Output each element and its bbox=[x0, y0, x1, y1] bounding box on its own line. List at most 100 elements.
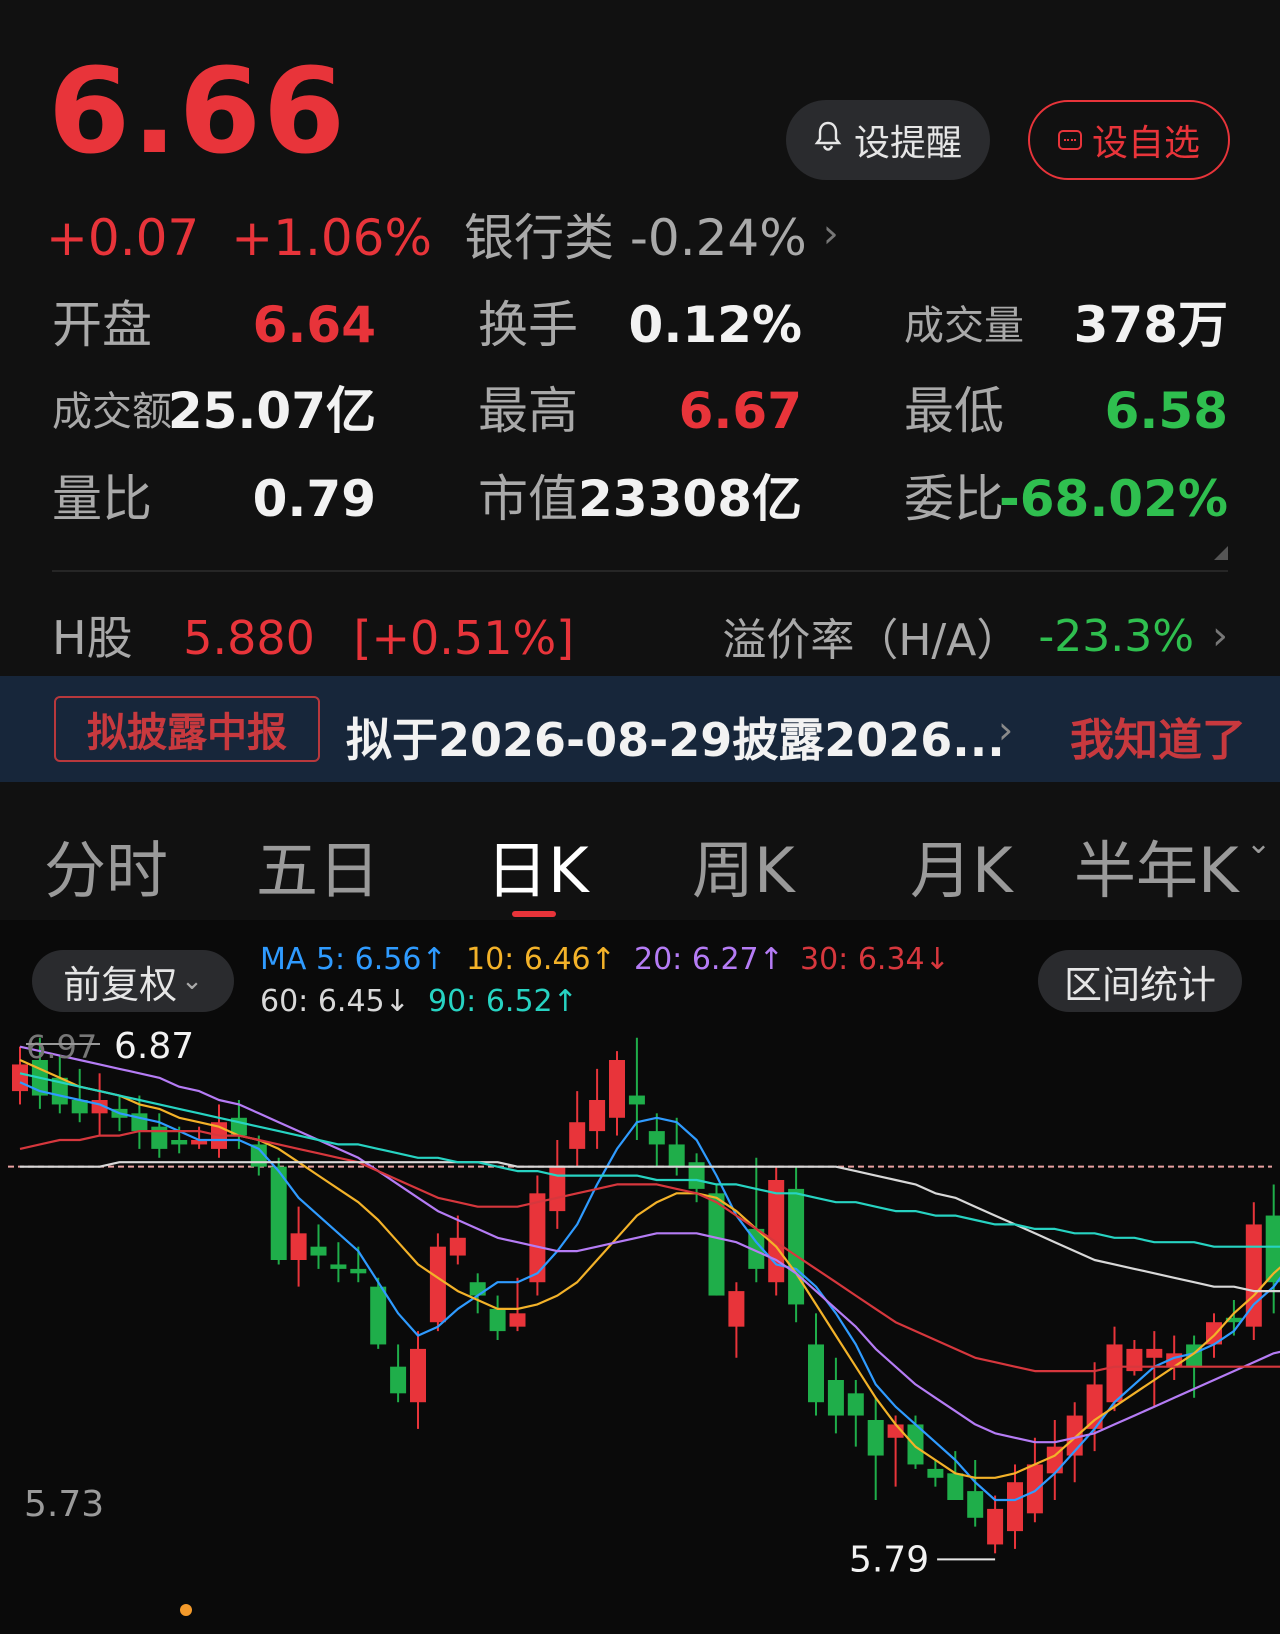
stat-label: 成交额 bbox=[52, 389, 172, 435]
candle-body bbox=[390, 1366, 407, 1394]
candle-body bbox=[1026, 1464, 1043, 1514]
candlestick-chart[interactable]: 6.97 6.87 5.79 5.73 bbox=[0, 1020, 1280, 1620]
tab-half-year-k[interactable]: 半年K bbox=[1074, 820, 1239, 910]
h-share-label: H股 bbox=[52, 611, 133, 665]
candle-body bbox=[708, 1193, 725, 1296]
candle-body bbox=[509, 1313, 526, 1327]
tab-daily-k[interactable]: 日K bbox=[486, 820, 589, 910]
candle-body bbox=[410, 1348, 426, 1403]
stat-value: 6.64 bbox=[252, 296, 376, 354]
candle-body bbox=[847, 1393, 864, 1416]
chevron-down-icon[interactable]: ⌄ bbox=[1246, 826, 1271, 861]
current-price: 6.66 bbox=[48, 42, 348, 180]
tab-intraday[interactable]: 分时 bbox=[44, 820, 168, 910]
premium-label: 溢价率（H/A） bbox=[722, 615, 1021, 666]
change-row: +0.07 +1.06% 银行类 -0.24% › bbox=[46, 198, 839, 270]
candle-body bbox=[310, 1246, 327, 1256]
candle-body bbox=[927, 1468, 944, 1478]
candle-body bbox=[967, 1491, 984, 1518]
candle-body bbox=[171, 1140, 188, 1145]
chevron-down-icon: ⌄ bbox=[181, 966, 203, 996]
stat-value: 0.79 bbox=[252, 470, 376, 528]
price-change-pct: +1.06% bbox=[231, 209, 432, 267]
stat-label: 成交量 bbox=[904, 303, 1024, 349]
sector-change: 银行类 -0.24% bbox=[463, 209, 807, 267]
candle-body bbox=[330, 1264, 347, 1269]
tab-five-day[interactable]: 五日 bbox=[256, 820, 380, 910]
candle-body bbox=[788, 1188, 805, 1305]
high-price-label: 6.87 bbox=[114, 1026, 194, 1067]
candle-body bbox=[728, 1291, 745, 1327]
candle-body bbox=[370, 1286, 387, 1345]
chevron-right-icon: › bbox=[822, 211, 839, 257]
set-alert-label: 设提醒 bbox=[853, 123, 962, 164]
candle-body bbox=[1007, 1482, 1023, 1532]
premium-value: -23.3% bbox=[1038, 610, 1194, 662]
stat-value: 23308亿 bbox=[578, 470, 802, 528]
add-watchlist-button[interactable]: 设自选 bbox=[1028, 100, 1230, 180]
candle-body bbox=[1146, 1348, 1163, 1358]
divider bbox=[52, 570, 1228, 572]
stat-label: 最高 bbox=[478, 382, 578, 440]
premium-rate-link[interactable]: 溢价率（H/A） -23.3% › bbox=[722, 604, 1228, 668]
candle-body bbox=[668, 1144, 685, 1167]
range-stats-button[interactable]: 区间统计 bbox=[1038, 950, 1242, 1012]
stat-value: -68.02% bbox=[998, 470, 1228, 528]
ma-line bbox=[19, 1045, 1280, 1444]
stat-label: 换手 bbox=[478, 296, 578, 354]
add-watchlist-label: 设自选 bbox=[1091, 123, 1200, 164]
candle-body bbox=[429, 1246, 446, 1323]
ma60-legend: 60: 6.45↓ bbox=[260, 984, 410, 1019]
candle-body bbox=[628, 1095, 645, 1105]
price-adjust-label: 前复权 bbox=[63, 962, 178, 1007]
candle-body bbox=[867, 1420, 884, 1456]
stat-value: 378万 bbox=[1073, 296, 1228, 354]
candle-body bbox=[808, 1344, 824, 1403]
banner-tag: 拟披露中报 bbox=[54, 696, 320, 762]
sector-link[interactable]: 银行类 -0.24% › bbox=[464, 198, 839, 270]
ma5-legend: MA 5: 6.56↑ bbox=[260, 942, 447, 977]
watchlist-icon bbox=[1057, 130, 1082, 150]
h-share-pct: [+0.51%] bbox=[353, 611, 575, 665]
candle-body bbox=[609, 1060, 625, 1118]
stat-value: 25.07亿 bbox=[167, 382, 376, 440]
stat-value: 0.12% bbox=[628, 296, 802, 354]
banner-text[interactable]: 拟于2026-08-29披露2026... bbox=[346, 704, 1005, 770]
stat-label: 开盘 bbox=[52, 296, 152, 354]
ghost-high-label: 6.97 bbox=[26, 1028, 97, 1066]
stat-label: 委比 bbox=[904, 470, 1004, 528]
expand-corner-icon[interactable] bbox=[1214, 546, 1228, 560]
dismiss-button[interactable]: 我知道了 bbox=[1070, 704, 1246, 768]
period-tabs: 分时 五日 日K 周K 月K 半年K ⌄ bbox=[0, 820, 1280, 920]
bell-icon bbox=[814, 120, 842, 161]
candle-body bbox=[947, 1473, 964, 1500]
tab-monthly-k[interactable]: 月K bbox=[910, 820, 1013, 910]
candle-body bbox=[589, 1100, 606, 1132]
price-change: +0.07 bbox=[46, 209, 200, 267]
candle-body bbox=[827, 1380, 844, 1416]
chevron-right-icon[interactable]: › bbox=[998, 708, 1013, 752]
axis-min-label: 5.73 bbox=[24, 1484, 104, 1525]
price-adjust-dropdown[interactable]: 前复权 ⌄ bbox=[32, 950, 234, 1012]
candle-body bbox=[290, 1233, 307, 1260]
stat-value: 6.58 bbox=[1104, 382, 1228, 440]
h-share-price: 5.880 bbox=[183, 611, 315, 665]
ma-line bbox=[19, 1081, 1280, 1502]
candle-body bbox=[449, 1237, 466, 1256]
set-alert-button[interactable]: 设提醒 bbox=[786, 100, 990, 180]
candle-body bbox=[569, 1122, 586, 1149]
h-share-row[interactable]: H股 5.880 [+0.51%] bbox=[52, 602, 574, 668]
ma-line bbox=[19, 1072, 1280, 1248]
ma90-legend: 90: 6.52↑ bbox=[428, 984, 578, 1019]
candle-body bbox=[529, 1193, 546, 1283]
chevron-right-icon: › bbox=[1212, 613, 1228, 659]
stat-label: 最低 bbox=[904, 382, 1004, 440]
candle-body bbox=[489, 1308, 506, 1332]
candle-body bbox=[648, 1131, 665, 1145]
active-tab-indicator bbox=[512, 911, 556, 917]
candle-body bbox=[12, 1064, 28, 1092]
tab-weekly-k[interactable]: 周K bbox=[692, 820, 795, 910]
ma20-legend: 20: 6.27↑ bbox=[634, 942, 784, 977]
candle-body bbox=[1106, 1344, 1123, 1403]
candle-body bbox=[987, 1508, 1004, 1545]
